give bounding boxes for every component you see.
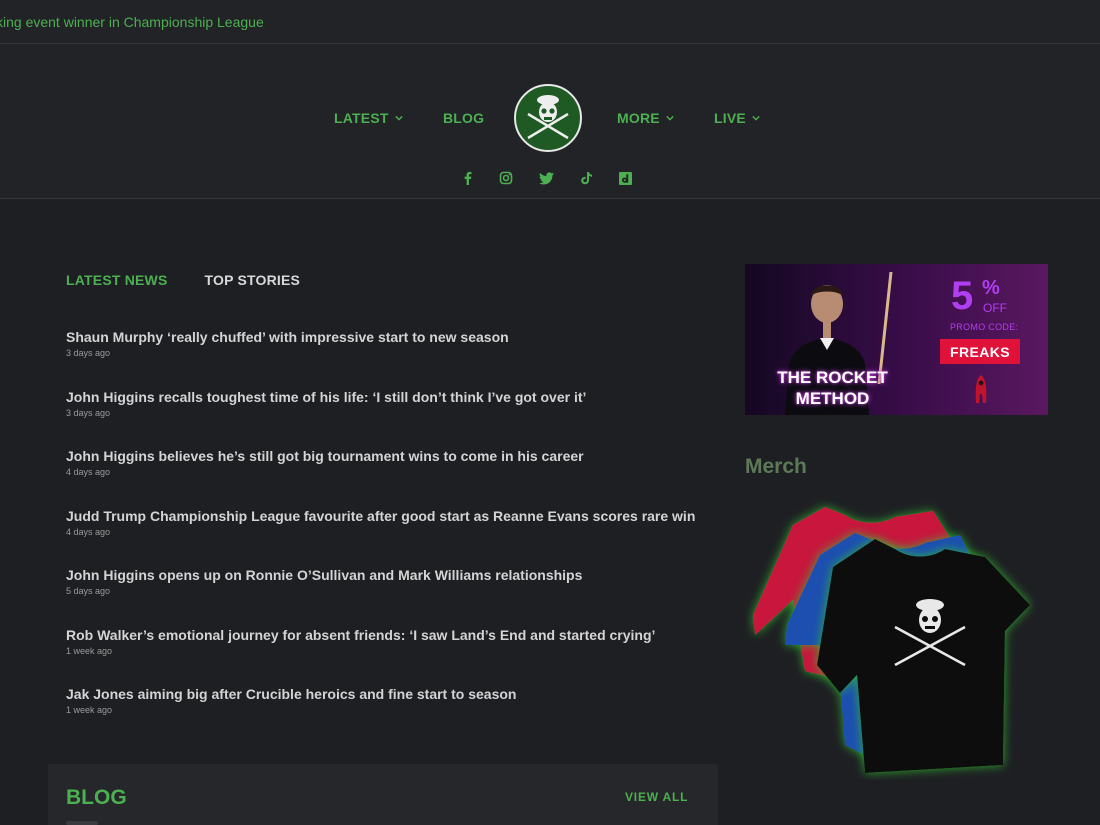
news-title[interactable]: John Higgins recalls toughest time of hi… <box>66 389 706 406</box>
news-timestamp: 4 days ago <box>66 526 111 537</box>
instagram-icon[interactable] <box>498 170 514 186</box>
ad-promo-label: PROMO CODE: <box>950 322 1019 332</box>
news-timestamp: 3 days ago <box>66 407 111 418</box>
news-timestamp: 4 days ago <box>66 467 111 477</box>
ad-percent-sign: % <box>982 277 1000 299</box>
news-timestamp: 1 week ago <box>66 645 113 656</box>
view-all-link[interactable]: VIEW ALL <box>625 790 688 804</box>
merch-tshirts-image[interactable] <box>745 495 1045 780</box>
news-title[interactable]: John Higgins opens up on Ronnie O’Sulliv… <box>66 567 706 584</box>
site-logo[interactable] <box>514 84 582 152</box>
list-item[interactable]: Judd Trump Championship League favourite… <box>66 508 706 568</box>
news-timestamp: 1 week ago <box>66 705 113 715</box>
news-list: Shaun Murphy ‘really chuffed’ with impre… <box>66 329 706 746</box>
news-tabs: LATEST NEWS TOP STORIES <box>66 272 300 288</box>
list-item[interactable]: Rob Walker’s emotional journey for absen… <box>66 627 706 687</box>
tiktok-icon[interactable] <box>578 170 594 186</box>
facebook-icon[interactable] <box>460 170 476 186</box>
nav-latest[interactable]: LATEST <box>334 110 403 126</box>
list-item[interactable]: Jak Jones aiming big after Crucible hero… <box>66 686 706 746</box>
hooded-figure-icon <box>975 375 987 403</box>
blog-section: BLOG VIEW ALL <box>48 764 718 825</box>
chevron-down-icon <box>394 115 403 121</box>
social-links <box>0 170 1100 188</box>
news-ticker[interactable]: king event winner in Championship League <box>0 0 1100 44</box>
tab-latest-news[interactable]: LATEST NEWS <box>66 272 168 288</box>
nav-more-label: MORE <box>617 110 660 126</box>
ad-off-label: OFF <box>983 301 1007 315</box>
list-item[interactable]: John Higgins opens up on Ronnie O’Sulliv… <box>66 567 706 627</box>
nav-latest-label: LATEST <box>334 110 389 126</box>
list-item[interactable]: John Higgins recalls toughest time of hi… <box>66 389 706 449</box>
promo-ad-banner[interactable]: THE ROCKET METHOD 5 % OFF PROMO CODE: FR… <box>745 264 1048 415</box>
nav-blog-label: BLOG <box>443 110 485 126</box>
chevron-down-icon <box>666 115 674 121</box>
ticker-text[interactable]: king event winner in Championship League <box>0 14 264 30</box>
chevron-down-icon <box>752 115 760 121</box>
nav-more[interactable]: MORE <box>617 110 674 126</box>
merch-heading: Merch <box>745 455 807 478</box>
ad-discount-value: 5 <box>951 274 974 318</box>
site-header: LATEST BLOG MORE LIVE <box>0 44 1100 199</box>
nav-live-label: LIVE <box>714 110 746 126</box>
list-item[interactable]: Shaun Murphy ‘really chuffed’ with impre… <box>66 329 706 389</box>
ad-promo-code: FREAKS <box>940 339 1020 364</box>
blog-card-placeholder <box>66 821 98 825</box>
news-title[interactable]: Shaun Murphy ‘really chuffed’ with impre… <box>66 329 706 346</box>
blog-heading: BLOG <box>66 786 127 809</box>
dailymotion-icon[interactable] <box>617 170 633 186</box>
tshirt-stack-icon <box>753 507 1030 773</box>
skull-cues-logo-icon <box>527 95 569 140</box>
nav-blog[interactable]: BLOG <box>443 110 484 126</box>
news-title[interactable]: Jak Jones aiming big after Crucible hero… <box>66 686 706 703</box>
ad-headline: THE ROCKET METHOD <box>777 368 888 408</box>
news-title[interactable]: Rob Walker’s emotional journey for absen… <box>66 627 706 644</box>
nav-live[interactable]: LIVE <box>714 110 760 126</box>
twitter-icon[interactable] <box>538 170 554 186</box>
news-title[interactable]: Judd Trump Championship League favourite… <box>66 508 706 525</box>
news-timestamp: 3 days ago <box>66 348 111 358</box>
news-title[interactable]: John Higgins believes he’s still got big… <box>66 448 706 465</box>
tab-top-stories[interactable]: TOP STORIES <box>205 272 301 288</box>
list-item[interactable]: John Higgins believes he’s still got big… <box>66 448 706 508</box>
news-timestamp: 5 days ago <box>66 586 111 596</box>
